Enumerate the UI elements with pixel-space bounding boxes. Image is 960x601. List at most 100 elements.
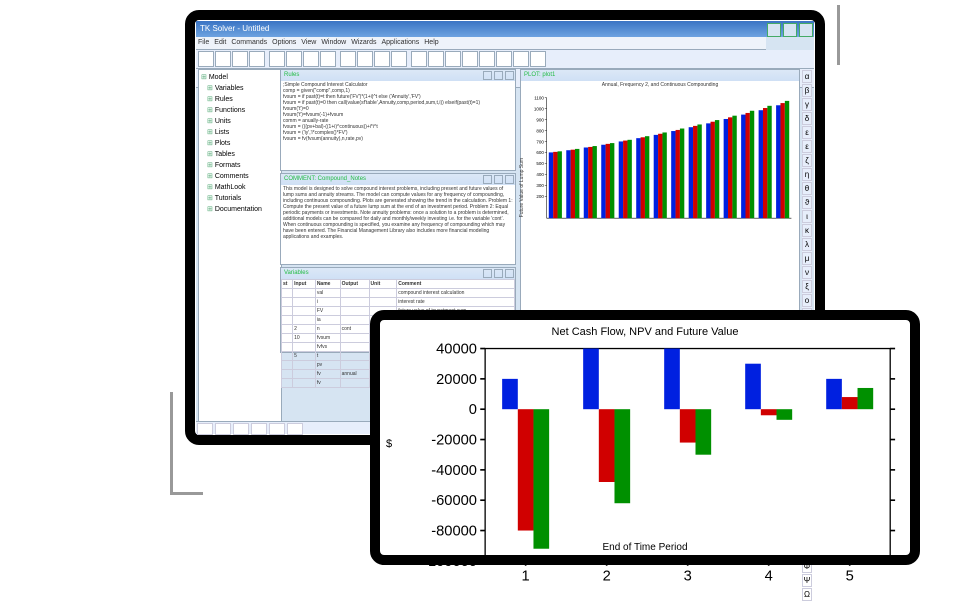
bar <box>601 145 605 218</box>
paste-icon[interactable] <box>303 51 319 67</box>
svg-text:20000: 20000 <box>436 372 477 388</box>
greek-letter[interactable]: ζ <box>802 154 812 167</box>
step-icon[interactable] <box>374 51 390 67</box>
bar <box>623 141 627 219</box>
greek-letter[interactable]: ϑ <box>802 196 812 209</box>
tree-item-plots[interactable]: Plots <box>201 138 279 149</box>
units-icon[interactable] <box>496 51 512 67</box>
print-icon[interactable] <box>249 51 265 67</box>
bar <box>741 115 745 219</box>
tree-item-comments[interactable]: Comments <box>201 171 279 182</box>
help-icon[interactable] <box>530 51 546 67</box>
bar <box>724 119 728 218</box>
rule-line[interactable]: fvsum = if past(t)=0 then call(value(sf'… <box>283 100 513 106</box>
greek-letter[interactable]: η <box>802 168 812 181</box>
tree-root[interactable]: Model <box>201 72 279 83</box>
table-row[interactable]: iinterest rate <box>282 298 515 307</box>
close-icon[interactable] <box>799 23 813 37</box>
bar <box>680 409 696 442</box>
open-icon[interactable] <box>215 51 231 67</box>
panel-close-icon[interactable] <box>505 71 514 80</box>
cut-icon[interactable] <box>269 51 285 67</box>
greek-letter[interactable]: δ <box>802 112 812 125</box>
greek-letter[interactable]: Ω <box>802 588 812 601</box>
tree-item-documentation[interactable]: Documentation <box>201 204 279 215</box>
rules-body[interactable]: ;Simple Compound Interest Calculatorcomp… <box>281 81 515 169</box>
menu-file[interactable]: File <box>198 37 209 49</box>
bar <box>842 397 858 409</box>
rule-line[interactable]: fvsum = fv(fvsum(annuity),n,rate,pv) <box>283 136 513 142</box>
lists-icon[interactable] <box>479 51 495 67</box>
bar <box>780 103 784 218</box>
panel-min-icon[interactable] <box>483 71 492 80</box>
greek-letter[interactable]: ε <box>802 140 812 153</box>
panel-min-icon[interactable] <box>483 269 492 278</box>
stop-icon[interactable] <box>391 51 407 67</box>
vars-icon[interactable] <box>462 51 478 67</box>
greek-letter[interactable]: ξ <box>802 280 812 293</box>
undo-icon[interactable] <box>320 51 336 67</box>
tree-item-rules[interactable]: Rules <box>201 94 279 105</box>
tree-item-functions[interactable]: Functions <box>201 105 279 116</box>
greek-letter[interactable]: β <box>802 84 812 97</box>
panel-max-icon[interactable] <box>494 175 503 184</box>
menu-window[interactable]: Window <box>321 37 346 49</box>
greek-letter[interactable]: ε <box>802 126 812 139</box>
panel-close-icon[interactable] <box>505 175 514 184</box>
panel-min-icon[interactable] <box>483 175 492 184</box>
menu-wizards[interactable]: Wizards <box>351 37 376 49</box>
bar <box>584 147 588 218</box>
svg-text:5: 5 <box>846 568 854 584</box>
menu-options[interactable]: Options <box>272 37 296 49</box>
panel-max-icon[interactable] <box>494 269 503 278</box>
bar <box>697 124 701 218</box>
table-row[interactable]: valcompound interest calculation <box>282 289 515 298</box>
maximize-icon[interactable] <box>783 23 797 37</box>
tree-item-units[interactable]: Units <box>201 116 279 127</box>
bar <box>502 379 518 409</box>
menu-commands[interactable]: Commands <box>231 37 267 49</box>
panel-max-icon[interactable] <box>494 71 503 80</box>
solve-icon[interactable] <box>340 51 356 67</box>
greek-letter[interactable]: κ <box>802 224 812 237</box>
greek-letter[interactable]: α <box>802 70 812 83</box>
bar <box>575 149 579 218</box>
tree-item-tables[interactable]: Tables <box>201 149 279 160</box>
greek-letter[interactable]: ο <box>802 294 812 307</box>
menu-help[interactable]: Help <box>424 37 438 49</box>
greek-letter[interactable]: μ <box>802 252 812 265</box>
menu-edit[interactable]: Edit <box>214 37 226 49</box>
cashflow-chart-panel: Net Cash Flow, NPV and Future Value $ -1… <box>370 310 920 565</box>
plot-icon[interactable] <box>411 51 427 67</box>
svg-text:0: 0 <box>469 402 477 418</box>
tree-item-variables[interactable]: Variables <box>201 83 279 94</box>
greek-letter[interactable]: ι <box>802 210 812 223</box>
panel-close-icon[interactable] <box>505 269 514 278</box>
bar <box>715 120 719 218</box>
bar <box>759 110 763 218</box>
save-icon[interactable] <box>232 51 248 67</box>
copy-icon[interactable] <box>286 51 302 67</box>
greek-letter[interactable]: λ <box>802 238 812 251</box>
table-icon[interactable] <box>428 51 444 67</box>
menu-applications[interactable]: Applications <box>382 37 420 49</box>
tree-item-tutorials[interactable]: Tutorials <box>201 193 279 204</box>
rules-icon[interactable] <box>445 51 461 67</box>
menu-view[interactable]: View <box>301 37 316 49</box>
run-icon[interactable] <box>357 51 373 67</box>
greek-letter[interactable]: θ <box>802 182 812 195</box>
tree-item-lists[interactable]: Lists <box>201 127 279 138</box>
model-tree[interactable]: Model VariablesRulesFunctionsUnitsListsP… <box>198 69 282 422</box>
greek-letter[interactable]: γ <box>802 98 812 111</box>
tree-item-mathlook[interactable]: MathLook <box>201 182 279 193</box>
svg-text:500: 500 <box>536 161 544 166</box>
bar <box>711 122 715 218</box>
bar <box>767 106 771 218</box>
funcs-icon[interactable] <box>513 51 529 67</box>
greek-letter[interactable]: ν <box>802 266 812 279</box>
new-icon[interactable] <box>198 51 214 67</box>
minimize-icon[interactable] <box>767 23 781 37</box>
vars-header: st <box>282 280 293 289</box>
tree-item-formats[interactable]: Formats <box>201 160 279 171</box>
comment-body[interactable]: This model is designed to solve compound… <box>281 185 515 263</box>
